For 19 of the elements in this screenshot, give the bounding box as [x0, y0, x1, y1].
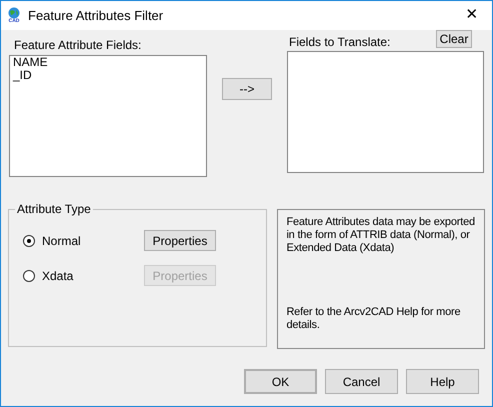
info-text: Feature Attributes data may be exported in the form of ATTRIB data (Normal), or Extended Data (Xdata): [286, 216, 476, 255]
radio-label[interactable]: Normal: [42, 232, 81, 250]
info-text: Refer to the Arcv2CAD Help for more details.: [286, 306, 462, 332]
list-item[interactable]: NAME: [13, 56, 203, 69]
move-button[interactable]: -->: [222, 78, 272, 100]
list-label: Feature Attribute Fields:: [14, 38, 142, 52]
dialog-button[interactable]: OK: [244, 369, 317, 394]
list-item[interactable]: _ID: [13, 69, 203, 82]
dialog-button[interactable]: Help: [406, 369, 479, 394]
radio-button[interactable]: [23, 234, 35, 246]
clear-button[interactable]: Clear: [436, 30, 472, 48]
window-title: Feature Attributes Filter: [28, 6, 164, 25]
dialog-button[interactable]: Cancel: [325, 369, 398, 394]
close-button[interactable]: ✕: [457, 2, 487, 28]
group-title: Attribute Type: [15, 202, 93, 216]
properties-button[interactable]: Properties: [144, 230, 216, 251]
source-list[interactable]: NAME _ID: [9, 55, 207, 177]
list-label: Fields to Translate:: [289, 35, 390, 49]
target-list[interactable]: [287, 51, 484, 173]
